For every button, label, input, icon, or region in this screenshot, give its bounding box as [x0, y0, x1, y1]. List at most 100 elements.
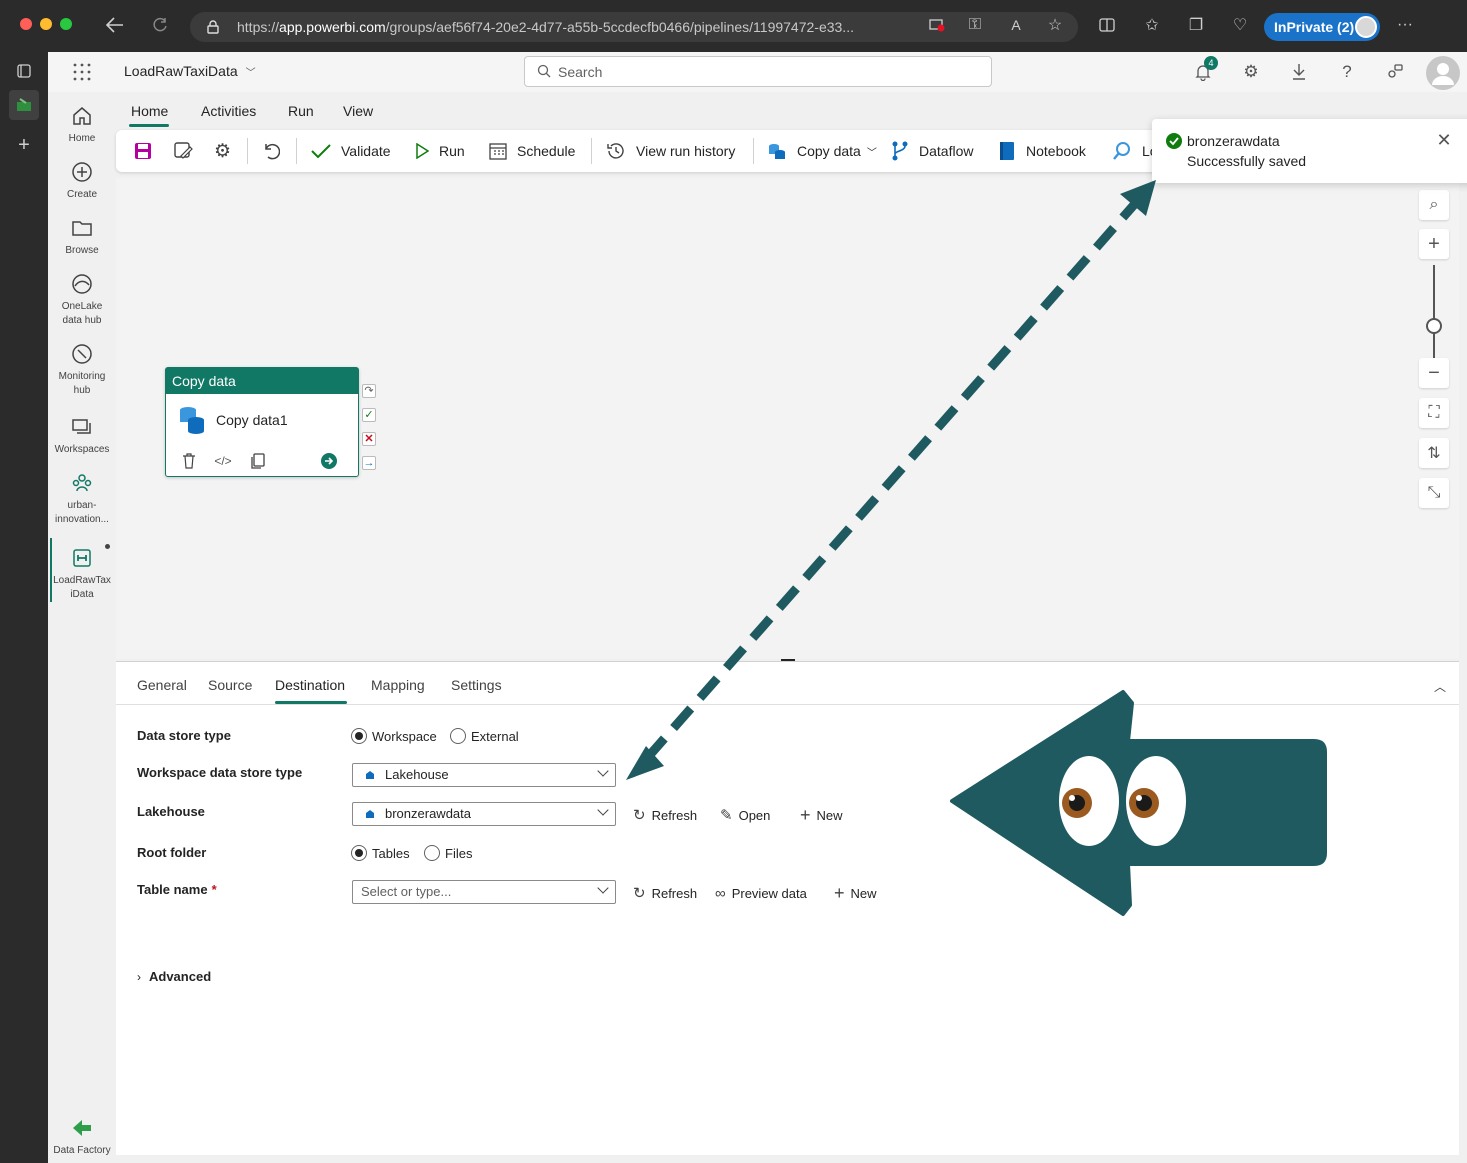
nav-monitoring[interactable]: Monitoring hub [48, 342, 116, 398]
zoom-out-icon[interactable]: − [1419, 358, 1449, 388]
tab-settings[interactable]: Settings [451, 677, 502, 693]
tab-mapping[interactable]: Mapping [371, 677, 425, 693]
dataflow-button[interactable]: Dataflow [891, 139, 973, 163]
run-label: Run [439, 143, 465, 159]
notebook-button[interactable]: Notebook [998, 139, 1086, 163]
table-refresh-button[interactable]: ↻ Refresh [633, 883, 697, 903]
table-new-button[interactable]: + New [834, 883, 877, 903]
tab-general[interactable]: General [137, 677, 187, 693]
favorites-icon[interactable]: ✩ [1141, 14, 1163, 36]
undo-button[interactable] [262, 139, 290, 163]
nav-create[interactable]: Create [48, 160, 116, 202]
new-tab-icon[interactable]: + [9, 130, 39, 160]
chevron-up-icon[interactable]: ︿ [1434, 678, 1446, 695]
code-icon[interactable]: </> [214, 452, 232, 470]
zoom-slider-track[interactable] [1433, 265, 1435, 365]
nav-home[interactable]: Home [48, 104, 116, 146]
tab-run[interactable]: Run [288, 103, 314, 119]
copy-icon[interactable] [249, 452, 267, 470]
copy-data-activity[interactable]: Copy data Copy data1 </> [165, 367, 359, 477]
lookup-magnifier-icon [1113, 142, 1130, 160]
radio-external[interactable]: External [450, 727, 519, 745]
read-aloud-icon[interactable]: A [1005, 14, 1027, 36]
lookup-button[interactable]: Lo [1112, 139, 1158, 163]
tab-activities[interactable]: Activities [201, 103, 256, 119]
open-label: Open [738, 807, 771, 823]
collapse-icon[interactable]: ⤡ [1419, 478, 1449, 508]
nav-browse[interactable]: Browse [48, 216, 116, 258]
on-skip-connector-icon[interactable]: ↷ [362, 384, 376, 398]
lakehouse-refresh-button[interactable]: ↻ Refresh [633, 805, 697, 825]
zoom-slider-thumb[interactable] [1426, 318, 1442, 334]
toolbar-separator [753, 138, 754, 164]
auto-align-icon[interactable]: ⇅ [1419, 438, 1449, 468]
search-box[interactable]: Search [524, 56, 992, 87]
user-avatar[interactable] [1426, 56, 1460, 90]
settings-gear-icon[interactable]: ⚙ [1240, 61, 1262, 83]
search-canvas-icon[interactable]: ⌕ [1419, 190, 1449, 220]
nav-browse-label: Browse [65, 245, 99, 256]
radio-files[interactable]: Files [424, 844, 472, 862]
save-as-button[interactable] [174, 139, 204, 163]
lakehouse-new-button[interactable]: + New [800, 805, 843, 825]
preview-data-label: Preview data [731, 885, 807, 901]
download-icon[interactable] [1288, 61, 1310, 83]
schedule-button[interactable]: Schedule [489, 139, 575, 163]
key-icon[interactable]: ⚿ [964, 14, 986, 36]
split-screen-icon[interactable] [1096, 14, 1118, 36]
panel-resize-handle[interactable] [781, 659, 795, 661]
delete-trash-icon[interactable] [180, 452, 198, 470]
refresh-icon[interactable] [149, 14, 171, 36]
on-completion-connector-icon[interactable]: → [362, 456, 376, 470]
on-fail-connector-icon[interactable]: ✕ [362, 432, 376, 446]
nav-onelake[interactable]: OneLake data hub [48, 272, 116, 328]
app-launcher-icon[interactable] [72, 62, 92, 82]
glasses-icon: ∞ [715, 884, 726, 902]
refresh-label: Refresh [651, 885, 698, 901]
radio-tables[interactable]: Tables [351, 844, 410, 862]
active-tab-icon[interactable] [9, 90, 39, 120]
go-arrow-icon[interactable] [320, 452, 338, 470]
nav-product-switcher[interactable]: Data Factory [48, 1116, 116, 1158]
copy-data-button[interactable]: Copy data ﹀ [767, 139, 877, 163]
fit-to-screen-icon[interactable]: ⛶ [1419, 398, 1449, 428]
lakehouse-value: bronzerawdata [385, 806, 471, 821]
table-name-combobox[interactable]: Select or type... [352, 880, 616, 904]
favorite-star-icon[interactable]: ☆ [1044, 14, 1066, 36]
inprivate-badge[interactable]: InPrivate (2) [1264, 13, 1380, 41]
help-icon[interactable]: ? [1336, 61, 1358, 83]
back-icon[interactable] [104, 14, 126, 36]
close-window-button[interactable] [20, 18, 32, 30]
save-button[interactable] [134, 139, 162, 163]
browser-essentials-icon[interactable]: ♡ [1229, 14, 1251, 36]
pipeline-canvas[interactable]: Copy data Copy data1 </> ↷ ✓ ✕ → [116, 178, 1459, 659]
tab-destination[interactable]: Destination [275, 677, 345, 693]
maximize-window-button[interactable] [60, 18, 72, 30]
on-success-connector-icon[interactable]: ✓ [362, 408, 376, 422]
artifact-name-menu[interactable]: LoadRawTaxiData ﹀ [124, 63, 256, 79]
tab-home[interactable]: Home [131, 103, 168, 119]
nav-current-workspace[interactable]: urban- innovation... [48, 471, 116, 527]
radio-workspace[interactable]: Workspace [351, 727, 437, 745]
preview-data-button[interactable]: ∞ Preview data [715, 883, 807, 903]
share-feedback-icon[interactable] [1384, 61, 1406, 83]
lakehouse-open-button[interactable]: ✎ Open [720, 805, 770, 825]
nav-workspaces[interactable]: Workspaces [48, 415, 116, 457]
view-run-history-button[interactable]: View run history [606, 139, 735, 163]
tab-source[interactable]: Source [208, 677, 252, 693]
collections-icon[interactable]: ❐ [1185, 14, 1207, 36]
ws-store-type-dropdown[interactable]: Lakehouse [352, 763, 616, 787]
zoom-in-icon[interactable]: + [1419, 229, 1449, 259]
tab-view[interactable]: View [343, 103, 373, 119]
run-button[interactable]: Run [415, 139, 465, 163]
settings-button[interactable]: ⚙ [214, 139, 231, 163]
validate-button[interactable]: Validate [311, 139, 391, 163]
close-icon[interactable]: ✕ [1435, 131, 1453, 149]
camera-blocked-icon[interactable] [926, 14, 948, 36]
lakehouse-dropdown[interactable]: bronzerawdata [352, 802, 616, 826]
nav-current-pipeline[interactable]: LoadRawTax iData [48, 546, 116, 602]
advanced-expander[interactable]: › Advanced [137, 969, 211, 984]
tab-actions-icon[interactable] [9, 56, 39, 86]
more-options-icon[interactable]: ··· [1394, 14, 1416, 36]
minimize-window-button[interactable] [40, 18, 52, 30]
